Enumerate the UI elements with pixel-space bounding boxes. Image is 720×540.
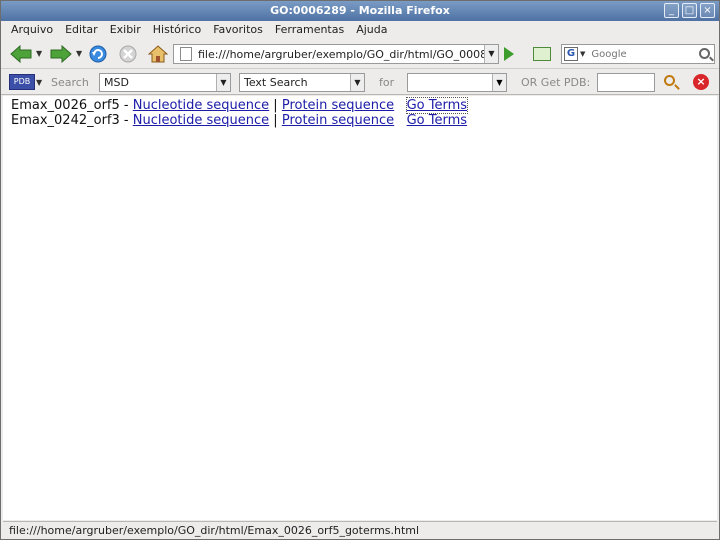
menu-ajuda[interactable]: Ajuda xyxy=(350,21,393,39)
database-select[interactable]: MSD ▼ xyxy=(99,73,231,92)
menu-arquivo[interactable]: Arquivo xyxy=(5,21,59,39)
chevron-down-icon: ▼ xyxy=(216,74,230,91)
database-select-value: MSD xyxy=(104,76,129,89)
page-file-icon xyxy=(180,47,192,61)
window-controls: _ □ × xyxy=(664,3,715,18)
maximize-button[interactable]: □ xyxy=(682,3,697,18)
back-history-dropdown-icon[interactable]: ▼ xyxy=(36,49,42,58)
page-content: Emax_0026_orf5 - Nucleotide sequence | P… xyxy=(3,96,717,520)
forward-history-dropdown-icon[interactable]: ▼ xyxy=(76,49,82,58)
separator xyxy=(394,113,406,128)
search-term-input[interactable]: ▼ xyxy=(407,73,507,92)
nucleotide-sequence-link[interactable]: Nucleotide sequence xyxy=(133,113,269,128)
separator: | xyxy=(269,113,282,128)
chevron-down-icon: ▼ xyxy=(350,74,364,91)
separator: | xyxy=(269,98,282,113)
browser-window: GO:0006289 - Mozilla Firefox _ □ × Arqui… xyxy=(0,0,720,540)
go-terms-link[interactable]: Go Terms xyxy=(407,113,467,128)
reload-icon xyxy=(89,45,107,63)
menu-favoritos[interactable]: Favoritos xyxy=(207,21,269,39)
reload-button[interactable] xyxy=(87,43,109,65)
separator: - xyxy=(119,98,133,113)
stop-button[interactable] xyxy=(117,43,139,65)
title-bar: GO:0006289 - Mozilla Firefox _ □ × xyxy=(1,1,719,21)
search-type-value: Text Search xyxy=(244,76,308,89)
menu-bar: Arquivo Editar Exibir Histórico Favorito… xyxy=(1,21,719,39)
menu-historico[interactable]: Histórico xyxy=(147,21,207,39)
menu-editar[interactable]: Editar xyxy=(59,21,104,39)
close-button[interactable]: × xyxy=(700,3,715,18)
sequence-name: Emax_0026_orf5 xyxy=(11,98,120,113)
sequence-name: Emax_0242_orf3 xyxy=(11,113,120,128)
pdb-id-input[interactable] xyxy=(597,73,655,92)
magnifier-icon[interactable] xyxy=(699,48,710,59)
search-label: Search xyxy=(51,76,89,89)
nucleotide-sequence-link[interactable]: Nucleotide sequence xyxy=(133,98,269,113)
pdb-logo-icon[interactable]: PDB xyxy=(9,74,35,90)
status-bar: file:///home/argruber/exemplo/GO_dir/htm… xyxy=(3,521,717,539)
protein-sequence-link[interactable]: Protein sequence xyxy=(282,113,394,128)
bookmark-icon[interactable] xyxy=(533,47,551,61)
separator xyxy=(394,98,406,113)
toolbar-close-icon[interactable]: × xyxy=(693,74,709,90)
protein-sequence-link[interactable]: Protein sequence xyxy=(282,98,394,113)
separator: - xyxy=(119,113,133,128)
menu-exibir[interactable]: Exibir xyxy=(104,21,147,39)
list-item: Emax_0242_orf3 - Nucleotide sequence | P… xyxy=(11,113,467,128)
pdb-search-icon[interactable] xyxy=(664,75,675,86)
pdb-menu-dropdown-icon[interactable]: ▼ xyxy=(36,78,42,87)
list-item: Emax_0026_orf5 - Nucleotide sequence | P… xyxy=(11,97,469,114)
back-arrow-icon xyxy=(10,45,32,63)
forward-arrow-icon xyxy=(50,45,72,63)
url-history-dropdown-icon[interactable]: ▼ xyxy=(484,45,498,63)
url-bar[interactable]: file:///home/argruber/exemplo/GO_dir/htm… xyxy=(173,44,499,64)
home-icon xyxy=(148,45,168,63)
search-engine-icon[interactable]: G xyxy=(564,47,578,61)
go-button[interactable] xyxy=(504,47,514,61)
pdb-search-toolbar: PDB ▼ Search MSD ▼ Text Search ▼ for ▼ O… xyxy=(1,69,719,95)
go-terms-link[interactable]: Go Terms xyxy=(405,97,469,114)
url-text[interactable]: file:///home/argruber/exemplo/GO_dir/htm… xyxy=(198,48,484,61)
stop-icon xyxy=(119,45,137,63)
search-engine-dropdown-icon[interactable]: ▼ xyxy=(580,50,585,58)
home-button[interactable] xyxy=(147,43,169,65)
forward-button[interactable] xyxy=(49,43,73,65)
menu-ferramentas[interactable]: Ferramentas xyxy=(269,21,350,39)
search-term-dropdown-icon[interactable]: ▼ xyxy=(492,74,506,91)
for-label: for xyxy=(379,76,395,89)
back-button[interactable] xyxy=(9,43,33,65)
minimize-button[interactable]: _ xyxy=(664,3,679,18)
web-search-box[interactable]: G ▼ xyxy=(561,44,715,64)
search-type-select[interactable]: Text Search ▼ xyxy=(239,73,365,92)
get-pdb-label: OR Get PDB: xyxy=(521,76,591,89)
navigation-toolbar: ▼ ▼ file:///home/argruber/exemplo/GO_dir… xyxy=(1,39,719,69)
web-search-input[interactable] xyxy=(591,48,688,60)
window-title: GO:0006289 - Mozilla Firefox xyxy=(270,4,450,17)
